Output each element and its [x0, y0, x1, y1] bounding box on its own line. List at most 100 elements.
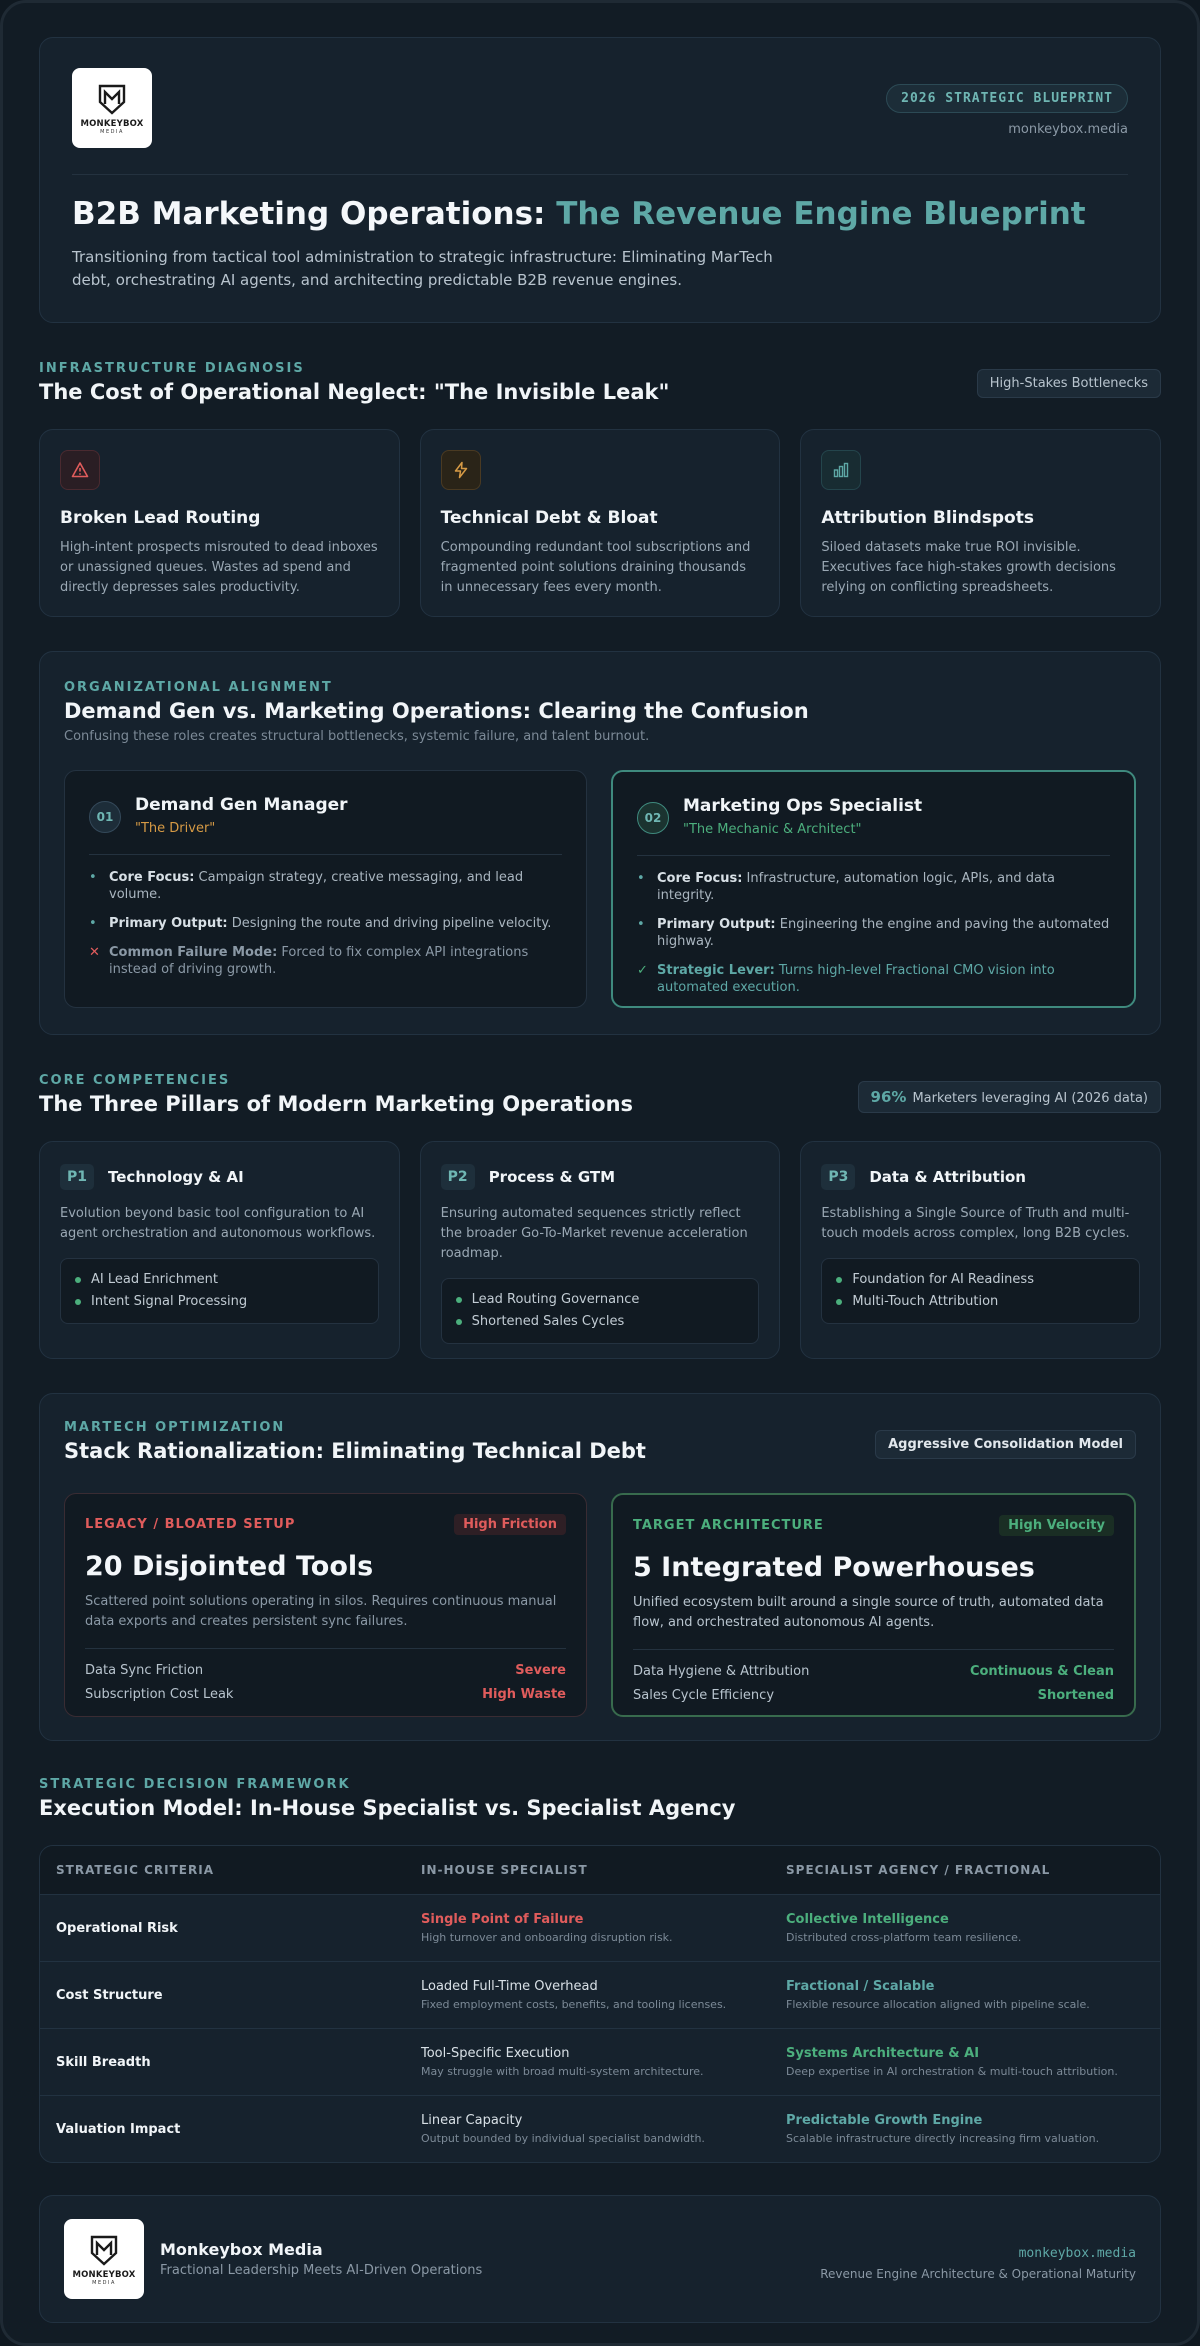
- agency-cell: Systems Architecture & AI Deep expertise …: [786, 2046, 1118, 2078]
- list-item: Shortened Sales Cycles: [455, 1311, 745, 1333]
- role-bullet: ✕ Common Failure Mode: Forced to fix comp…: [89, 945, 529, 977]
- role-card-marketing-ops: 02 Marketing Ops Specialist "The Mechani…: [611, 770, 1136, 1008]
- logo-brand-text: MONKEYBOX: [72, 2269, 136, 2280]
- role-nickname: "The Mechanic & Architect": [683, 822, 862, 837]
- table-header-cell: IN-HOUSE SPECIALIST: [421, 1863, 588, 1877]
- table-row: Operational Risk Single Point of Failure…: [40, 1894, 1160, 1961]
- execution-table: STRATEGIC CRITERIA IN-HOUSE SPECIALIST S…: [39, 1845, 1161, 2163]
- shield-m-logo-icon: [98, 84, 126, 115]
- hero-url[interactable]: monkeybox.media: [1008, 122, 1128, 137]
- brand-logo[interactable]: MONKEYBOX MEDIA: [72, 68, 152, 148]
- role-bullet: • Primary Output: Engineering the engine …: [637, 917, 1110, 949]
- bullet-dot-icon: [75, 1277, 81, 1283]
- pillar-list: Foundation for AI Readiness Multi-Touch …: [821, 1258, 1141, 1324]
- page-title: B2B Marketing Operations: The Revenue En…: [72, 196, 1086, 232]
- pillar-badge: P3: [821, 1164, 856, 1190]
- pillar-title: Technology & AI: [108, 1168, 244, 1186]
- table-row: Cost Structure Loaded Full-Time Overhead…: [40, 1961, 1160, 2028]
- legacy-metric: Data Sync Friction Severe: [85, 1663, 566, 1678]
- list-item: Multi-Touch Attribution: [836, 1291, 1125, 1313]
- hero-card: MONKEYBOX MEDIA 2026 STRATEGIC BLUEPRINT…: [39, 37, 1161, 323]
- criteria-cell: Valuation Impact: [56, 2121, 181, 2137]
- role-bullet: • Core Focus: Infrastructure, automation …: [637, 871, 1056, 903]
- logo-sub-text: MEDIA: [92, 2279, 116, 2286]
- footer-company-name: Monkeybox Media: [160, 2240, 323, 2259]
- execution-title: Execution Model: In-House Specialist vs.…: [39, 1796, 736, 1820]
- footer: MONKEYBOX MEDIA Monkeybox Media Fraction…: [39, 2195, 1161, 2323]
- bullet-dot-icon: •: [637, 917, 645, 932]
- target-divider: [633, 1649, 1114, 1650]
- role-title: Demand Gen Manager: [135, 795, 348, 815]
- stack-comparison: LEGACY / BLOATED SETUP High Friction 20 …: [64, 1493, 1136, 1717]
- legacy-setup-card: LEGACY / BLOATED SETUP High Friction 20 …: [64, 1493, 587, 1717]
- criteria-cell: Operational Risk: [56, 1920, 178, 1936]
- target-chip: High Velocity: [999, 1515, 1114, 1536]
- page-frame: MONKEYBOX MEDIA 2026 STRATEGIC BLUEPRINT…: [0, 0, 1200, 2346]
- leak-card-routing: Broken Lead Routing High-intent prospect…: [39, 429, 400, 617]
- leak-card-text: Compounding redundant tool subscriptions…: [440, 540, 751, 595]
- bullet-dot-icon: •: [89, 870, 97, 885]
- diagnosis-cards: Broken Lead Routing High-intent prospect…: [39, 429, 1162, 617]
- target-headline: 5 Integrated Powerhouses: [633, 1552, 1035, 1583]
- legacy-label: LEGACY / BLOATED SETUP: [85, 1517, 296, 1532]
- table-row: Skill Breadth Tool-Specific Execution May…: [40, 2028, 1160, 2095]
- alignment-eyebrow: ORGANIZATIONAL ALIGNMENT: [64, 680, 333, 695]
- cross-icon: ✕: [89, 945, 100, 960]
- footer-logo[interactable]: MONKEYBOX MEDIA: [64, 2219, 144, 2299]
- pillar-card-technology: P1 Technology & AI Evolution beyond basic…: [39, 1141, 400, 1359]
- footer-url[interactable]: monkeybox.media: [820, 2246, 1136, 2261]
- shield-m-logo-icon: [90, 2235, 118, 2266]
- role-card-demand-gen: 01 Demand Gen Manager "The Driver" • Core…: [64, 770, 587, 1008]
- target-metric: Sales Cycle Efficiency Shortened: [633, 1688, 1114, 1703]
- pillar-card-process: P2 Process & GTM Ensuring automated seque…: [419, 1141, 781, 1359]
- hero-description: Transitioning from tactical tool adminis…: [72, 248, 773, 289]
- blueprint-badge: 2026 STRATEGIC BLUEPRINT: [886, 84, 1128, 113]
- target-text: Unified ecosystem built around a single …: [633, 1595, 1104, 1630]
- legacy-text: Scattered point solutions operating in s…: [85, 1594, 557, 1629]
- pillar-text: Ensuring automated sequences strictly re…: [440, 1206, 748, 1261]
- bullet-dot-icon: [836, 1299, 843, 1305]
- agency-cell: Fractional / Scalable Flexible resource a…: [786, 1979, 1090, 2011]
- logo-sub-text: MEDIA: [100, 128, 124, 135]
- pillar-badge: P1: [60, 1164, 95, 1190]
- diagnosis-header: INFRASTRUCTURE DIAGNOSIS The Cost of Ope…: [39, 361, 1161, 413]
- pillars-header: CORE COMPETENCIES The Three Pillars of M…: [39, 1073, 1161, 1125]
- execution-header: STRATEGIC DECISION FRAMEWORK Execution M…: [39, 1777, 1161, 1829]
- role-bullet: • Primary Output: Designing the route and…: [89, 916, 552, 931]
- logo-brand-text: MONKEYBOX: [80, 118, 144, 129]
- target-label: TARGET ARCHITECTURE: [633, 1518, 824, 1533]
- criteria-cell: Skill Breadth: [56, 2054, 151, 2070]
- role-divider: [637, 855, 1110, 856]
- agency-cell: Predictable Growth Engine Scalable infras…: [786, 2113, 1100, 2145]
- table-row: Valuation Impact Linear Capacity Output b…: [40, 2095, 1160, 2162]
- bar-chart-icon: [821, 450, 862, 490]
- inhouse-cell: Loaded Full-Time Overhead Fixed employmen…: [421, 1979, 727, 2011]
- inhouse-cell: Single Point of Failure High turnover and…: [421, 1912, 673, 1944]
- pillar-title: Process & GTM: [488, 1168, 616, 1186]
- leak-card-title: Broken Lead Routing: [60, 508, 261, 528]
- legacy-chip: High Friction: [454, 1514, 566, 1535]
- leak-card-title: Attribution Blindspots: [821, 508, 1034, 528]
- check-icon: ✓: [637, 963, 648, 978]
- lightning-icon: [440, 450, 481, 490]
- hero-divider: [72, 174, 1128, 175]
- table-header-row: STRATEGIC CRITERIA IN-HOUSE SPECIALIST S…: [40, 1846, 1160, 1894]
- legacy-divider: [85, 1648, 566, 1649]
- pillar-cards: P1 Technology & AI Evolution beyond basic…: [39, 1141, 1162, 1359]
- role-number: 01: [89, 801, 121, 833]
- ai-stat-label: Marketers leveraging AI (2026 data): [912, 1091, 1148, 1106]
- pillar-title: Data & Attribution: [869, 1168, 1026, 1186]
- criteria-cell: Cost Structure: [56, 1987, 163, 2003]
- leak-card-title: Technical Debt & Bloat: [440, 508, 658, 528]
- pillar-text: Evolution beyond basic tool configuratio…: [60, 1206, 376, 1241]
- warning-icon: [60, 450, 100, 490]
- stack-tag: Aggressive Consolidation Model: [875, 1430, 1136, 1459]
- execution-eyebrow: STRATEGIC DECISION FRAMEWORK: [39, 1777, 351, 1792]
- table-header-cell: STRATEGIC CRITERIA: [56, 1863, 214, 1877]
- list-item: Lead Routing Governance: [455, 1289, 745, 1311]
- target-metric: Data Hygiene & Attribution Continuous & C…: [633, 1664, 1114, 1679]
- ai-stat-badge: 96% Marketers leveraging AI (2026 data): [857, 1081, 1161, 1113]
- inhouse-cell: Linear Capacity Output bounded by individ…: [421, 2113, 705, 2145]
- bullet-dot-icon: [75, 1299, 81, 1305]
- target-architecture-card: TARGET ARCHITECTURE High Velocity 5 Inte…: [611, 1493, 1136, 1717]
